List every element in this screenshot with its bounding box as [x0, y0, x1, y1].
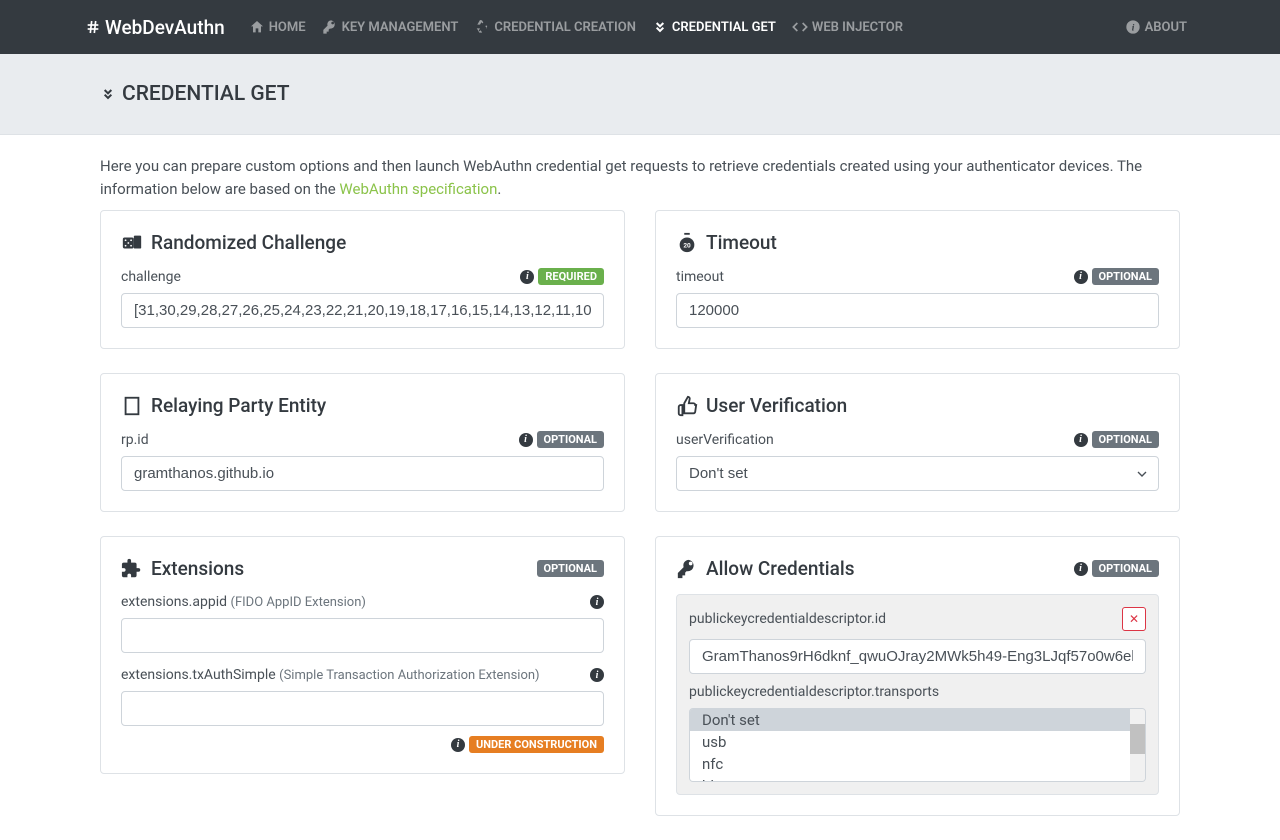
svg-text:20: 20 [683, 241, 691, 249]
transport-option[interactable]: usb [690, 731, 1145, 753]
recycle-icon [474, 19, 490, 35]
nav-links: HOME KEY MANAGEMENT CREDENTIAL CREATION … [241, 11, 1117, 43]
under-construction-badge: UNDER CONSTRUCTION [469, 736, 604, 753]
required-badge: REQUIRED [538, 268, 604, 285]
uv-select[interactable]: Don't set [676, 456, 1159, 491]
credential-descriptor: publickeycredentialdescriptor.id ✕ publi… [676, 594, 1159, 795]
info-icon[interactable]: i [1074, 433, 1088, 447]
optional-badge: OPTIONAL [537, 560, 605, 577]
brand-text: WebDevAuthn [105, 16, 225, 39]
nav-home[interactable]: HOME [241, 11, 314, 43]
transport-option[interactable]: Don't set [690, 709, 1145, 731]
info-icon[interactable]: i [519, 433, 533, 447]
optional-badge: OPTIONAL [537, 431, 605, 448]
info-icon[interactable]: i [590, 595, 604, 609]
desc-id-input[interactable] [689, 639, 1146, 674]
rpid-input[interactable] [121, 456, 604, 491]
appid-input[interactable] [121, 618, 604, 653]
uv-label: userVerification [676, 432, 774, 448]
card-extensions: Extensions OPTIONAL extensions.appid (FI… [100, 536, 625, 774]
optional-badge: OPTIONAL [1092, 268, 1160, 285]
info-icon[interactable]: i [590, 668, 604, 682]
nav-about[interactable]: i ABOUT [1117, 11, 1195, 43]
card-allow-credentials: Allow Credentials i OPTIONAL publickeycr… [655, 536, 1180, 816]
thumbs-up-icon [676, 395, 698, 417]
timeout-input[interactable] [676, 293, 1159, 328]
card-timeout: 20 Timeout timeout i OPTIONAL [655, 210, 1180, 349]
puzzle-icon [121, 558, 143, 580]
challenge-input[interactable] [121, 293, 604, 328]
intro-text: Here you can prepare custom options and … [100, 135, 1180, 210]
chevrons-down-icon [100, 86, 116, 102]
key-icon [676, 558, 698, 580]
optional-badge: OPTIONAL [1092, 560, 1160, 577]
card-challenge: Randomized Challenge challenge i REQUIRE… [100, 210, 625, 349]
card-rp: Relaying Party Entity rp.id i OPTIONAL [100, 373, 625, 512]
key-icon [322, 19, 338, 35]
card-user-verification: User Verification userVerification i OPT… [655, 373, 1180, 512]
timeout-label: timeout [676, 269, 724, 285]
info-circle-icon: i [1125, 19, 1141, 35]
page-title: CREDENTIAL GET [100, 82, 1180, 106]
nav-web-injector[interactable]: WEB INJECTOR [784, 11, 911, 43]
transports-label: publickeycredentialdescriptor.transports [689, 684, 939, 700]
transports-select[interactable]: Don't set usb nfc ble [689, 708, 1146, 782]
info-icon[interactable]: i [451, 738, 465, 752]
nav-credential-get[interactable]: CREDENTIAL GET [644, 11, 784, 43]
remove-credential-button[interactable]: ✕ [1122, 607, 1146, 631]
transport-option[interactable]: ble [690, 775, 1145, 782]
stopwatch-icon: 20 [676, 232, 698, 254]
chevrons-down-icon [652, 19, 668, 35]
code-icon [792, 19, 808, 35]
home-icon [249, 19, 265, 35]
challenge-label: challenge [121, 269, 181, 285]
building-icon [121, 395, 143, 417]
desc-id-label: publickeycredentialdescriptor.id [689, 611, 886, 627]
nav-key-management[interactable]: KEY MANAGEMENT [314, 11, 467, 43]
spec-link[interactable]: WebAuthn specification [339, 180, 497, 198]
info-icon[interactable]: i [1074, 270, 1088, 284]
info-icon[interactable]: i [1074, 562, 1088, 576]
appid-label: extensions.appid (FIDO AppID Extension) [121, 594, 366, 610]
info-icon[interactable]: i [520, 270, 534, 284]
nav-credential-creation[interactable]: CREDENTIAL CREATION [466, 11, 644, 43]
hash-icon [85, 19, 101, 35]
transport-option[interactable]: nfc [690, 753, 1145, 775]
optional-badge: OPTIONAL [1092, 431, 1160, 448]
page-header: CREDENTIAL GET [0, 54, 1280, 135]
txauth-label: extensions.txAuthSimple (Simple Transact… [121, 667, 540, 683]
rpid-label: rp.id [121, 432, 149, 448]
txauth-input[interactable] [121, 691, 604, 726]
dice-icon [121, 232, 143, 254]
svg-text:i: i [1131, 23, 1134, 33]
brand[interactable]: WebDevAuthn [85, 16, 225, 39]
scrollbar[interactable] [1130, 709, 1145, 781]
top-navbar: WebDevAuthn HOME KEY MANAGEMENT CREDENTI… [0, 0, 1280, 54]
